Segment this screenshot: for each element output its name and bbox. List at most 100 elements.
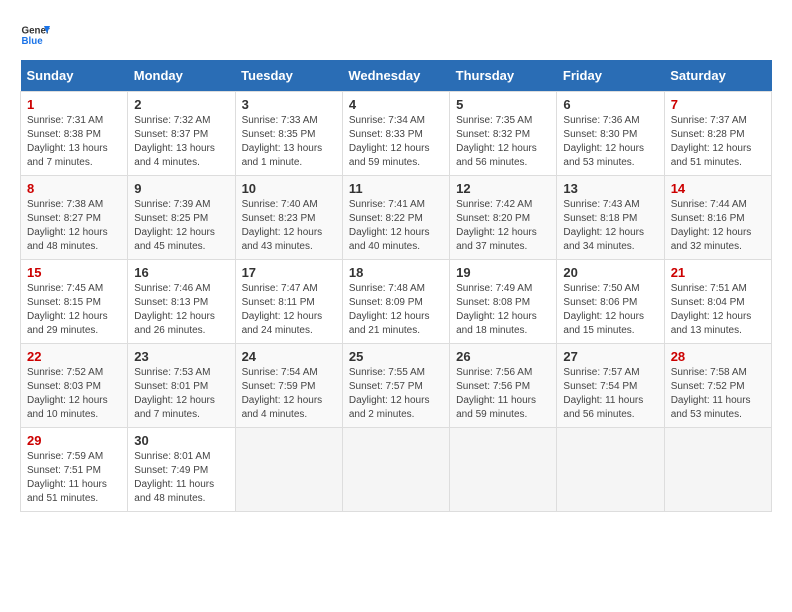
calendar-cell: 14 Sunrise: 7:44 AM Sunset: 8:16 PM Dayli…: [664, 176, 771, 260]
day-info: Sunrise: 7:35 AM Sunset: 8:32 PM Dayligh…: [456, 114, 550, 170]
calendar-cell: 18 Sunrise: 7:48 AM Sunset: 8:09 PM Dayli…: [342, 260, 449, 344]
day-number: 22: [27, 349, 121, 364]
day-info: Sunrise: 7:50 AM Sunset: 8:06 PM Dayligh…: [563, 282, 657, 338]
day-info: Sunrise: 7:48 AM Sunset: 8:09 PM Dayligh…: [349, 282, 443, 338]
calendar-week-2: 8 Sunrise: 7:38 AM Sunset: 8:27 PM Daylig…: [21, 176, 772, 260]
calendar-cell: 16 Sunrise: 7:46 AM Sunset: 8:13 PM Dayli…: [128, 260, 235, 344]
day-info: Sunrise: 7:43 AM Sunset: 8:18 PM Dayligh…: [563, 198, 657, 254]
calendar-cell: 19 Sunrise: 7:49 AM Sunset: 8:08 PM Dayli…: [450, 260, 557, 344]
day-number: 26: [456, 349, 550, 364]
day-info: Sunrise: 7:40 AM Sunset: 8:23 PM Dayligh…: [242, 198, 336, 254]
calendar-cell: 8 Sunrise: 7:38 AM Sunset: 8:27 PM Daylig…: [21, 176, 128, 260]
day-number: 17: [242, 265, 336, 280]
day-info: Sunrise: 7:54 AM Sunset: 7:59 PM Dayligh…: [242, 366, 336, 422]
day-header-monday: Monday: [128, 60, 235, 92]
calendar-cell: 2 Sunrise: 7:32 AM Sunset: 8:37 PM Daylig…: [128, 92, 235, 176]
calendar-cell: 28 Sunrise: 7:58 AM Sunset: 7:52 PM Dayli…: [664, 344, 771, 428]
day-number: 23: [134, 349, 228, 364]
day-info: Sunrise: 7:58 AM Sunset: 7:52 PM Dayligh…: [671, 366, 765, 422]
day-number: 3: [242, 97, 336, 112]
day-number: 15: [27, 265, 121, 280]
day-number: 25: [349, 349, 443, 364]
day-info: Sunrise: 7:44 AM Sunset: 8:16 PM Dayligh…: [671, 198, 765, 254]
calendar-week-3: 15 Sunrise: 7:45 AM Sunset: 8:15 PM Dayli…: [21, 260, 772, 344]
day-info: Sunrise: 7:52 AM Sunset: 8:03 PM Dayligh…: [27, 366, 121, 422]
day-number: 14: [671, 181, 765, 196]
svg-text:Blue: Blue: [22, 36, 44, 47]
calendar-cell: 7 Sunrise: 7:37 AM Sunset: 8:28 PM Daylig…: [664, 92, 771, 176]
calendar-week-5: 29 Sunrise: 7:59 AM Sunset: 7:51 PM Dayli…: [21, 428, 772, 512]
day-number: 12: [456, 181, 550, 196]
calendar-cell: 17 Sunrise: 7:47 AM Sunset: 8:11 PM Dayli…: [235, 260, 342, 344]
calendar-cell: 11 Sunrise: 7:41 AM Sunset: 8:22 PM Dayli…: [342, 176, 449, 260]
calendar-cell: [557, 428, 664, 512]
day-info: Sunrise: 7:32 AM Sunset: 8:37 PM Dayligh…: [134, 114, 228, 170]
day-number: 2: [134, 97, 228, 112]
day-number: 4: [349, 97, 443, 112]
day-info: Sunrise: 7:51 AM Sunset: 8:04 PM Dayligh…: [671, 282, 765, 338]
calendar-cell: 23 Sunrise: 7:53 AM Sunset: 8:01 PM Dayli…: [128, 344, 235, 428]
day-info: Sunrise: 7:57 AM Sunset: 7:54 PM Dayligh…: [563, 366, 657, 422]
day-info: Sunrise: 7:59 AM Sunset: 7:51 PM Dayligh…: [27, 450, 121, 506]
day-number: 21: [671, 265, 765, 280]
day-number: 16: [134, 265, 228, 280]
calendar-cell: 20 Sunrise: 7:50 AM Sunset: 8:06 PM Dayli…: [557, 260, 664, 344]
calendar-cell: 22 Sunrise: 7:52 AM Sunset: 8:03 PM Dayli…: [21, 344, 128, 428]
calendar-cell: [450, 428, 557, 512]
day-header-sunday: Sunday: [21, 60, 128, 92]
day-info: Sunrise: 7:49 AM Sunset: 8:08 PM Dayligh…: [456, 282, 550, 338]
day-number: 18: [349, 265, 443, 280]
day-info: Sunrise: 8:01 AM Sunset: 7:49 PM Dayligh…: [134, 450, 228, 506]
day-info: Sunrise: 7:37 AM Sunset: 8:28 PM Dayligh…: [671, 114, 765, 170]
calendar-cell: 1Sunrise: 7:31 AM Sunset: 8:38 PM Daylig…: [21, 92, 128, 176]
day-number: 8: [27, 181, 121, 196]
calendar-cell: 25Sunrise: 7:55 AM Sunset: 7:57 PM Dayli…: [342, 344, 449, 428]
calendar-header-row: SundayMondayTuesdayWednesdayThursdayFrid…: [21, 60, 772, 92]
day-number: 28: [671, 349, 765, 364]
calendar-cell: 4Sunrise: 7:34 AM Sunset: 8:33 PM Daylig…: [342, 92, 449, 176]
day-number: 24: [242, 349, 336, 364]
logo: General Blue: [20, 20, 50, 50]
day-info: Sunrise: 7:36 AM Sunset: 8:30 PM Dayligh…: [563, 114, 657, 170]
calendar-cell: 13 Sunrise: 7:43 AM Sunset: 8:18 PM Dayli…: [557, 176, 664, 260]
day-info: Sunrise: 7:53 AM Sunset: 8:01 PM Dayligh…: [134, 366, 228, 422]
day-number: 1: [27, 97, 121, 112]
day-number: 7: [671, 97, 765, 112]
calendar-table: SundayMondayTuesdayWednesdayThursdayFrid…: [20, 60, 772, 512]
day-header-friday: Friday: [557, 60, 664, 92]
day-info: Sunrise: 7:33 AM Sunset: 8:35 PM Dayligh…: [242, 114, 336, 170]
day-header-wednesday: Wednesday: [342, 60, 449, 92]
calendar-cell: [342, 428, 449, 512]
day-header-tuesday: Tuesday: [235, 60, 342, 92]
calendar-body: 1Sunrise: 7:31 AM Sunset: 8:38 PM Daylig…: [21, 92, 772, 512]
day-header-saturday: Saturday: [664, 60, 771, 92]
day-number: 27: [563, 349, 657, 364]
day-number: 20: [563, 265, 657, 280]
day-info: Sunrise: 7:46 AM Sunset: 8:13 PM Dayligh…: [134, 282, 228, 338]
day-number: 30: [134, 433, 228, 448]
day-info: Sunrise: 7:41 AM Sunset: 8:22 PM Dayligh…: [349, 198, 443, 254]
day-number: 6: [563, 97, 657, 112]
day-number: 29: [27, 433, 121, 448]
day-info: Sunrise: 7:39 AM Sunset: 8:25 PM Dayligh…: [134, 198, 228, 254]
day-info: Sunrise: 7:42 AM Sunset: 8:20 PM Dayligh…: [456, 198, 550, 254]
day-number: 19: [456, 265, 550, 280]
day-number: 11: [349, 181, 443, 196]
calendar-cell: 9Sunrise: 7:39 AM Sunset: 8:25 PM Daylig…: [128, 176, 235, 260]
calendar-cell: 27 Sunrise: 7:57 AM Sunset: 7:54 PM Dayli…: [557, 344, 664, 428]
calendar-cell: 3 Sunrise: 7:33 AM Sunset: 8:35 PM Daylig…: [235, 92, 342, 176]
calendar-week-1: 1Sunrise: 7:31 AM Sunset: 8:38 PM Daylig…: [21, 92, 772, 176]
calendar-cell: 6 Sunrise: 7:36 AM Sunset: 8:30 PM Daylig…: [557, 92, 664, 176]
day-info: Sunrise: 7:47 AM Sunset: 8:11 PM Dayligh…: [242, 282, 336, 338]
calendar-cell: [664, 428, 771, 512]
day-info: Sunrise: 7:56 AM Sunset: 7:56 PM Dayligh…: [456, 366, 550, 422]
calendar-week-4: 22 Sunrise: 7:52 AM Sunset: 8:03 PM Dayli…: [21, 344, 772, 428]
day-info: Sunrise: 7:38 AM Sunset: 8:27 PM Dayligh…: [27, 198, 121, 254]
page-header: General Blue: [20, 20, 772, 50]
calendar-cell: 24 Sunrise: 7:54 AM Sunset: 7:59 PM Dayli…: [235, 344, 342, 428]
day-number: 13: [563, 181, 657, 196]
calendar-cell: 10Sunrise: 7:40 AM Sunset: 8:23 PM Dayli…: [235, 176, 342, 260]
day-header-thursday: Thursday: [450, 60, 557, 92]
day-number: 5: [456, 97, 550, 112]
day-info: Sunrise: 7:45 AM Sunset: 8:15 PM Dayligh…: [27, 282, 121, 338]
